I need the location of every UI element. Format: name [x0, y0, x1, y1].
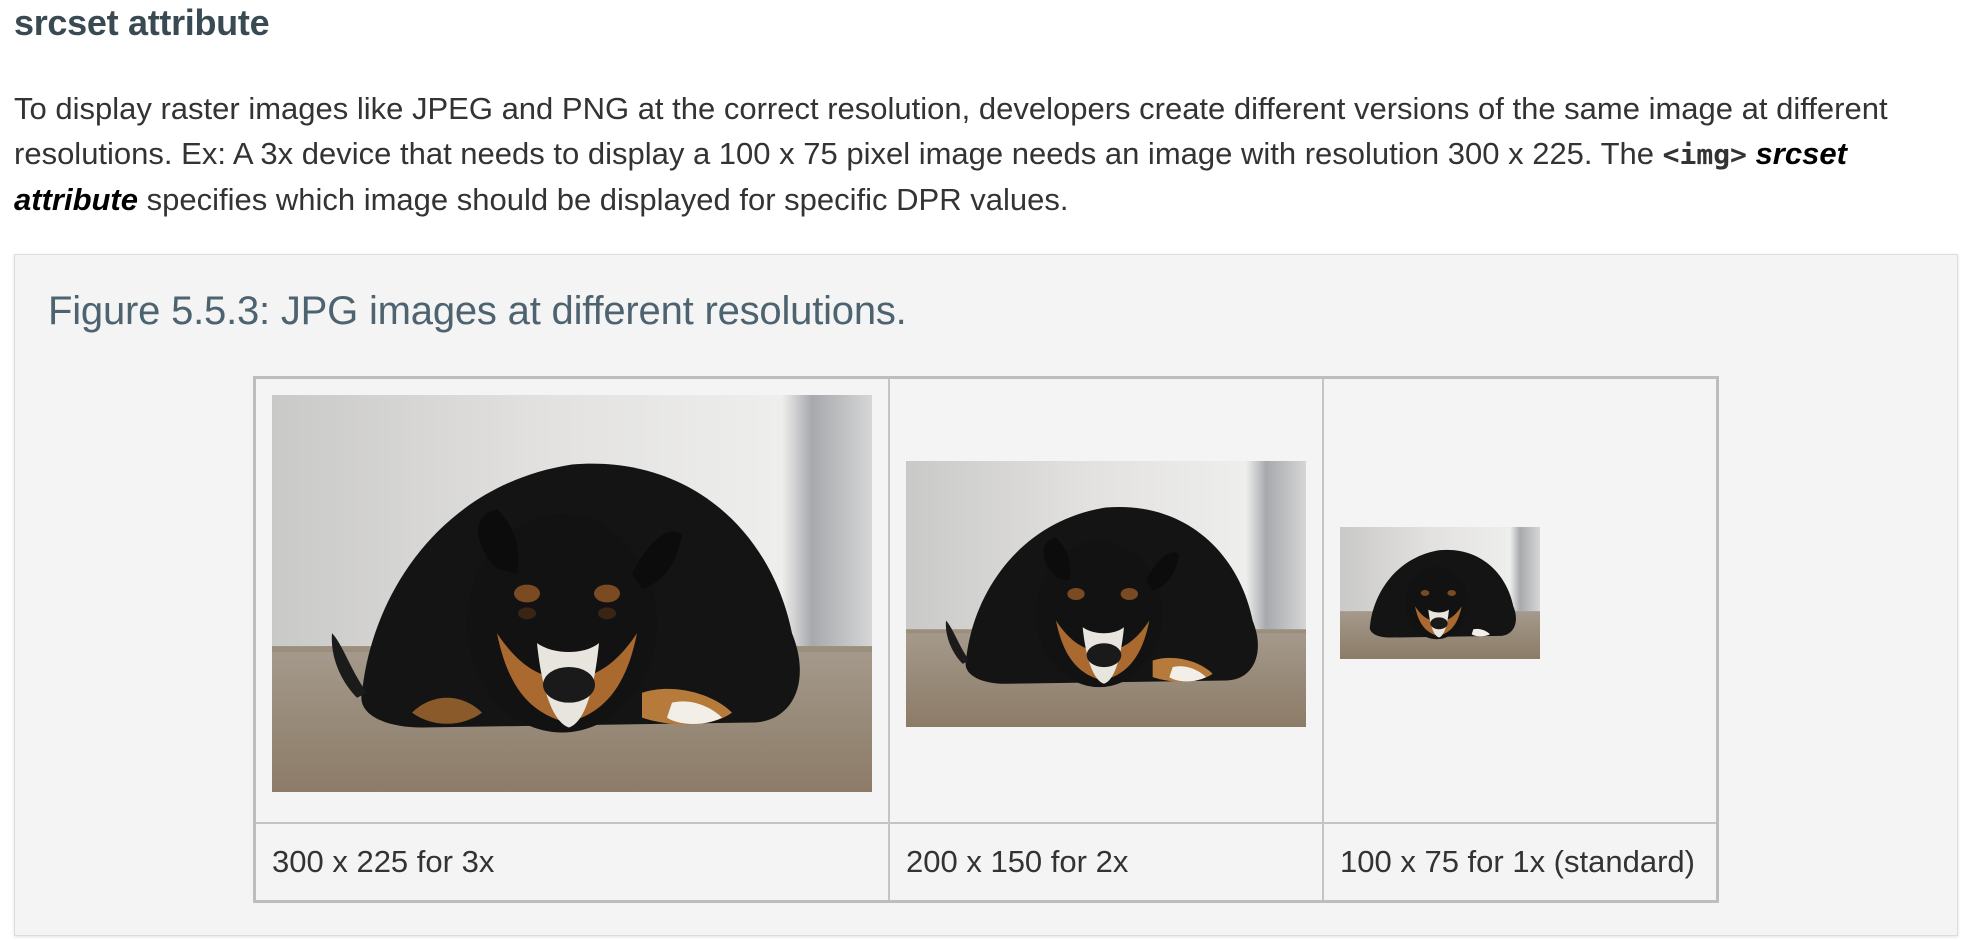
paragraph-text-before: To display raster images like JPEG and P… [14, 91, 1888, 171]
image-cell-2x [888, 376, 1324, 824]
img-tag-code: <img> [1662, 138, 1747, 171]
figure-container: Figure 5.5.3: JPG images at different re… [14, 254, 1958, 936]
description-paragraph: To display raster images like JPEG and P… [14, 86, 1944, 222]
image-cell-1x [1322, 376, 1719, 824]
figure-caption: Figure 5.5.3: JPG images at different re… [48, 289, 907, 333]
label-cell-3x: 300 x 225 for 3x [253, 822, 890, 903]
section-heading: srcset attribute [14, 2, 270, 43]
dog-photo-small-icon [1340, 527, 1540, 659]
paragraph-text-after: specifies which image should be displaye… [138, 182, 1069, 217]
figure-table: 300 x 225 for 3x 200 x 150 for 2x 100 x … [253, 376, 1719, 903]
image-cell-3x [253, 376, 890, 824]
dog-photo-medium-icon [906, 461, 1306, 727]
label-cell-2x: 200 x 150 for 2x [888, 822, 1324, 903]
label-cell-1x: 100 x 75 for 1x (standard) [1322, 822, 1719, 903]
dog-photo-large-icon [272, 395, 872, 792]
